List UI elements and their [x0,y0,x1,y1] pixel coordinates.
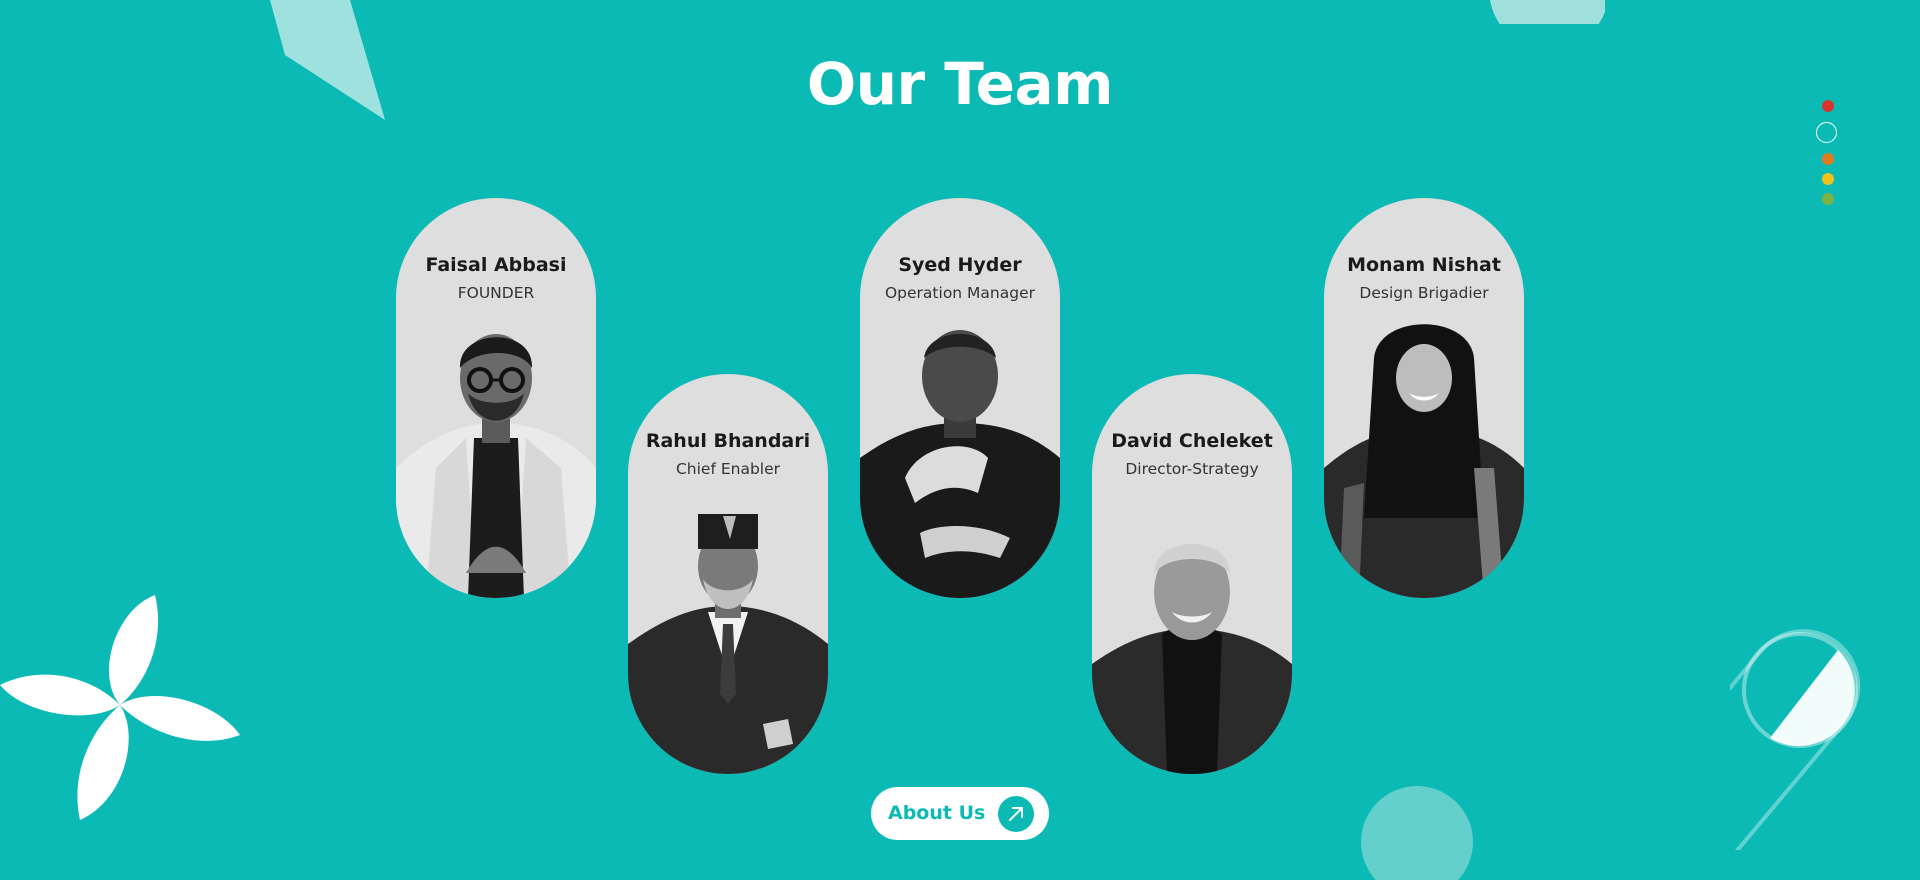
member-portrait-image [1092,544,1292,774]
team-card[interactable]: David Cheleket Director-Strategy [1092,374,1292,774]
member-name: Monam Nishat [1347,254,1501,276]
member-name: David Cheleket [1111,430,1273,452]
team-card[interactable]: Monam Nishat Design Brigadier [1324,198,1524,598]
team-card[interactable]: Faisal Abbasi FOUNDER [396,198,596,598]
team-card[interactable]: Rahul Bhandari Chief Enabler [628,374,828,774]
member-name: Rahul Bhandari [645,430,811,452]
member-role: Operation Manager [884,284,1035,302]
member-role: Chief Enabler [675,460,781,478]
decorative-circle-shape [1361,786,1473,880]
member-portrait-image [628,514,828,774]
about-us-button[interactable]: About Us [871,787,1049,840]
decorative-half-circle-shape [1490,0,1605,24]
section-title: Our Team [806,50,1114,118]
member-portrait-image [1324,324,1524,598]
slide-dot-3[interactable] [1822,153,1834,165]
slide-dot-nav [1816,100,1840,210]
member-name: Faisal Abbasi [425,254,567,276]
member-portrait-image [396,334,596,598]
arrow-up-right-icon [998,796,1034,832]
member-role: FOUNDER [457,284,535,302]
member-portrait-image [860,330,1060,598]
slide-dot-5[interactable] [1822,193,1834,205]
decorative-flower-shape [0,595,240,820]
about-us-label: About Us [888,802,986,824]
slide-dot-2-active[interactable] [1816,122,1837,143]
member-name: Syed Hyder [898,254,1022,276]
decorative-pill-shape [1730,629,1861,850]
team-card[interactable]: Syed Hyder Operation Manager [860,198,1060,598]
slide-dot-1[interactable] [1822,100,1834,112]
member-role: Design Brigadier [1359,284,1489,302]
member-role: Director-Strategy [1125,460,1259,478]
team-section: Our Team Faisal Abbasi FOUNDER Rahul Bha… [0,0,1920,880]
slide-dot-4[interactable] [1822,173,1834,185]
